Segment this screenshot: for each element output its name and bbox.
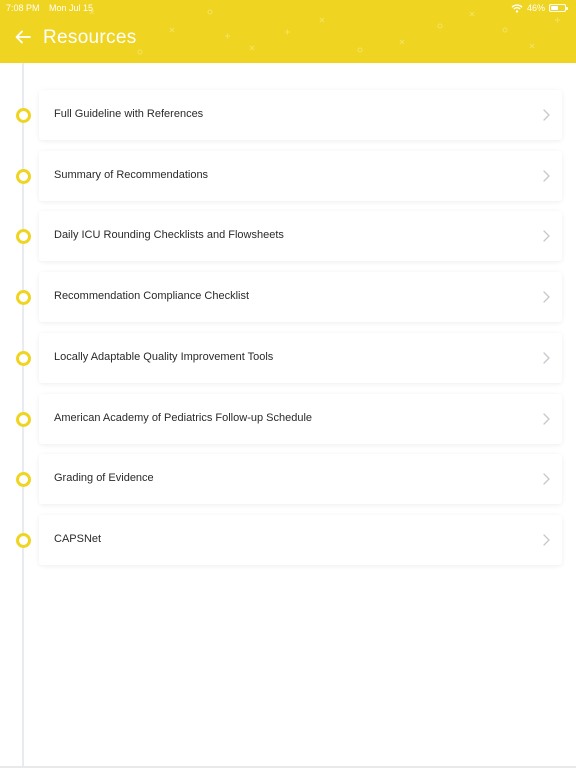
list-item: CAPSNet (0, 515, 576, 565)
battery-icon (549, 4, 568, 12)
chevron-right-icon (543, 291, 550, 303)
battery-percent: 46% (526, 3, 545, 13)
resource-label: Locally Adaptable Quality Improvement To… (54, 351, 274, 363)
timeline-dot (16, 412, 31, 427)
resource-card[interactable]: Recommendation Compliance Checklist (39, 272, 562, 322)
battery-level (551, 6, 558, 10)
resource-label: Daily ICU Rounding Checklists and Flowsh… (54, 229, 284, 241)
resource-card[interactable]: Full Guideline with References (39, 90, 562, 140)
resource-label: American Academy of Pediatrics Follow-up… (54, 412, 313, 424)
wifi-icon (511, 3, 523, 13)
resource-label: Full Guideline with References (54, 108, 204, 120)
timeline-dot (16, 472, 31, 487)
resource-label: Recommendation Compliance Checklist (54, 290, 250, 302)
list-item: Grading of Evidence (0, 454, 576, 504)
list-item: American Academy of Pediatrics Follow-up… (0, 394, 576, 444)
chevron-right-icon (543, 534, 550, 546)
resource-card[interactable]: Summary of Recommendations (39, 151, 562, 201)
chevron-right-icon (543, 473, 550, 485)
chevron-right-icon (543, 230, 550, 242)
chevron-right-icon (543, 170, 550, 182)
chevron-right-icon (543, 352, 550, 364)
timeline-dot (16, 108, 31, 123)
timeline-dot (16, 533, 31, 548)
timeline-dot (16, 290, 31, 305)
app-header: 7:08 PM Mon Jul 15 46% Resources (0, 0, 576, 63)
timeline-dot (16, 169, 31, 184)
list-item: Full Guideline with References (0, 90, 576, 140)
status-indicators: 46% (511, 2, 568, 14)
timeline-dot (16, 351, 31, 366)
resource-card[interactable]: Locally Adaptable Quality Improvement To… (39, 333, 562, 383)
status-date: Mon Jul 15 (49, 3, 94, 13)
list-item: Daily ICU Rounding Checklists and Flowsh… (0, 211, 576, 261)
page-title: Resources (43, 27, 137, 48)
list-item: Locally Adaptable Quality Improvement To… (0, 333, 576, 383)
resource-card[interactable]: Grading of Evidence (39, 454, 562, 504)
back-button[interactable] (12, 27, 34, 47)
resource-card[interactable]: Daily ICU Rounding Checklists and Flowsh… (39, 211, 562, 261)
resource-card[interactable]: CAPSNet (39, 515, 562, 565)
chevron-right-icon (543, 109, 550, 121)
timeline-dot (16, 229, 31, 244)
resource-label: Grading of Evidence (54, 472, 154, 484)
resource-card[interactable]: American Academy of Pediatrics Follow-up… (39, 394, 562, 444)
status-time: 7:08 PM (6, 3, 40, 13)
arrow-left-icon (15, 30, 31, 44)
list-item: Recommendation Compliance Checklist (0, 272, 576, 322)
status-bar: 7:08 PM Mon Jul 15 46% (0, 0, 576, 16)
resource-label: CAPSNet (54, 533, 102, 545)
chevron-right-icon (543, 413, 550, 425)
list-item: Summary of Recommendations (0, 151, 576, 201)
resource-label: Summary of Recommendations (54, 169, 209, 181)
